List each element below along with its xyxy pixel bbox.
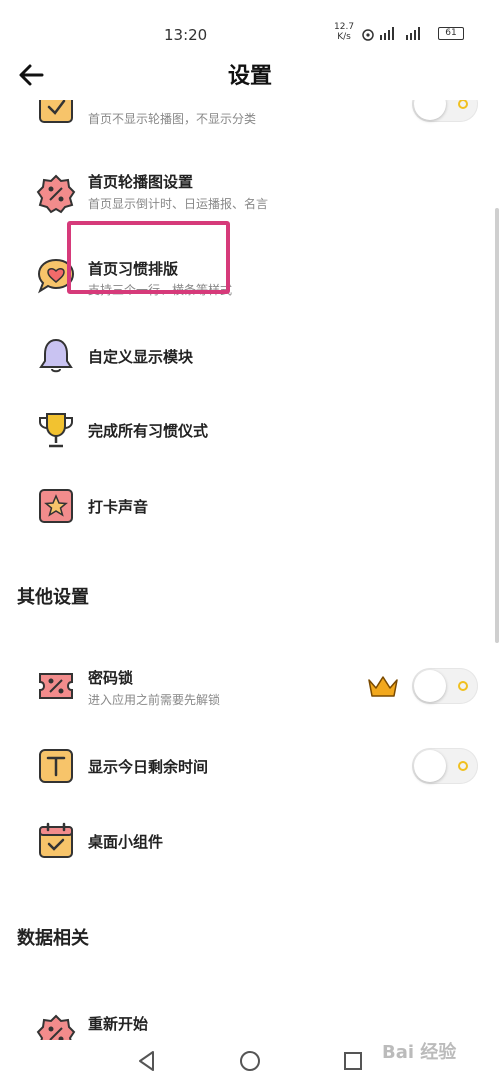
password-lock-toggle[interactable] <box>412 668 478 704</box>
settings-item-hide-banner[interactable]: 首页不显示轮播图，不显示分类 <box>0 100 500 148</box>
scrollbar[interactable] <box>495 208 499 643</box>
settings-item-title: 密码锁 <box>88 669 134 687</box>
network-speed-unit: K/s <box>337 32 351 42</box>
settings-item-complete-ritual[interactable]: 完成所有习惯仪式 <box>0 400 500 460</box>
settings-item-restart[interactable]: 重新开始 <box>0 1004 500 1040</box>
battery-icon: 61 <box>438 27 464 40</box>
settings-item-subtitle: 首页显示倒计时、日运播报、名言 <box>88 197 269 211</box>
remaining-time-toggle[interactable] <box>412 748 478 784</box>
percent-badge-icon <box>36 174 76 214</box>
settings-item-password-lock[interactable]: 密码锁 进入应用之前需要先解锁 <box>0 656 500 716</box>
top-bar: 设置 <box>0 50 500 100</box>
settings-item-title: 自定义显示模块 <box>88 348 194 366</box>
checkbox-icon <box>39 100 73 123</box>
toggle-knob <box>414 750 446 782</box>
settings-item-checkin-sound[interactable]: 打卡声音 <box>0 476 500 536</box>
network-speed-value: 12.7 <box>334 22 355 32</box>
settings-item-title: 桌面小组件 <box>88 833 164 851</box>
toggle-knob <box>414 670 446 702</box>
nav-recents-icon[interactable] <box>340 1048 366 1074</box>
nav-back-icon[interactable] <box>134 1048 160 1074</box>
settings-item-title: 打卡声音 <box>88 498 149 516</box>
settings-item-title: 首页轮播图设置 <box>88 173 194 191</box>
toggle-off-indicator <box>458 681 468 691</box>
settings-item-remaining-time[interactable]: 显示今日剩余时间 <box>0 736 500 796</box>
crown-icon <box>368 676 398 697</box>
network-speed: 12.7 K/s <box>334 22 354 42</box>
calendar-check-icon <box>39 822 73 858</box>
toggle-off-indicator <box>458 100 468 109</box>
settings-item-title: 显示今日剩余时间 <box>88 758 209 776</box>
settings-item-subtitle: 进入应用之前需要先解锁 <box>88 693 221 707</box>
settings-item-custom-modules[interactable]: 自定义显示模块 <box>0 326 500 386</box>
section-title-other: 其他设置 <box>17 587 89 608</box>
nav-home-icon[interactable] <box>237 1048 263 1074</box>
settings-item-banner[interactable]: 首页轮播图设置 首页显示倒计时、日运播报、名言 <box>0 164 500 224</box>
percent-ticket-icon <box>39 673 73 699</box>
toggle-off-indicator <box>458 761 468 771</box>
status-time: 13:20 <box>164 26 208 44</box>
page-title: 设置 <box>227 64 272 89</box>
trophy-icon <box>39 413 73 448</box>
highlight-annotation <box>67 221 230 294</box>
star-icon <box>39 489 73 523</box>
bell-icon <box>39 338 73 373</box>
settings-item-widget[interactable]: 桌面小组件 <box>0 811 500 871</box>
settings-item-title: 完成所有习惯仪式 <box>88 422 209 440</box>
section-title-data: 数据相关 <box>17 928 89 949</box>
settings-item-subtitle: 首页不显示轮播图，不显示分类 <box>88 112 257 126</box>
status-bar: 13:20 12.7 K/s 61 <box>0 0 500 50</box>
percent-badge-icon <box>36 1014 76 1040</box>
hide-banner-toggle[interactable] <box>412 100 478 122</box>
watermark: Bai 经验 <box>382 1042 457 1063</box>
toggle-knob <box>414 100 446 120</box>
settings-list[interactable]: 首页不显示轮播图，不显示分类 首页轮播图设置 首页显示倒计时、日运播报、名言 首… <box>0 100 500 1040</box>
text-t-icon <box>39 749 73 783</box>
settings-item-title: 重新开始 <box>88 1015 149 1033</box>
